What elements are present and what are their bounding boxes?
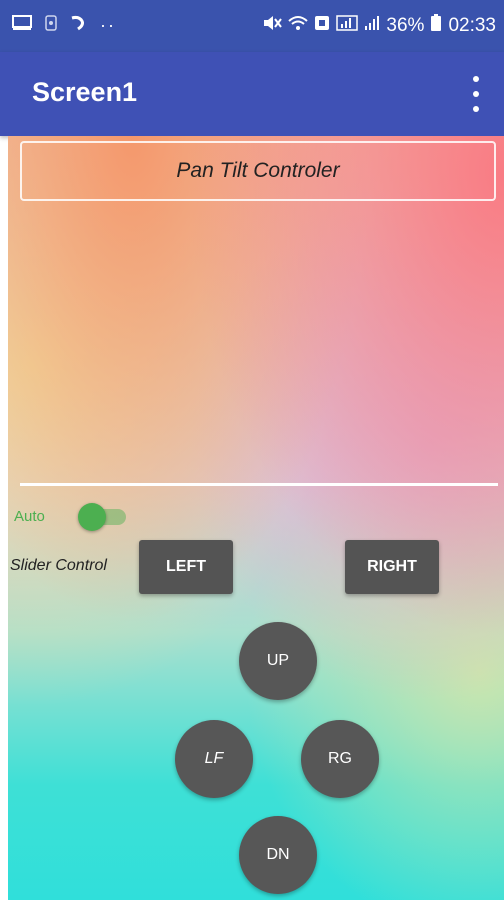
title-label: Pan Tilt Controler: [20, 141, 496, 201]
mi-fit-icon: [70, 15, 88, 36]
wifi-icon: [288, 15, 309, 37]
clock: 02:33: [448, 15, 496, 36]
overflow-menu-icon[interactable]: [466, 76, 486, 112]
signal-volte-icon: [336, 15, 359, 37]
screen-title: Screen1: [32, 77, 138, 107]
more-notifications-icon: ··: [100, 15, 116, 35]
lf-button[interactable]: LF: [175, 720, 253, 798]
auto-label: Auto: [14, 508, 45, 525]
auto-switch[interactable]: [78, 500, 128, 531]
slider-track[interactable]: [20, 483, 498, 486]
screen-content: Pan Tilt Controler Auto Slider Control L…: [8, 136, 504, 900]
cell-signal-icon: [364, 15, 380, 37]
switch-thumb: [78, 503, 106, 531]
app-notification-icon: [44, 15, 58, 36]
up-button[interactable]: UP: [239, 622, 317, 700]
rg-button[interactable]: RG: [301, 720, 379, 798]
right-button[interactable]: RIGHT: [345, 540, 439, 594]
data-saver-icon: [314, 15, 330, 37]
status-bar: ·· 36% 02:33: [0, 0, 504, 52]
dn-button[interactable]: DN: [239, 816, 317, 894]
battery-icon: [430, 14, 442, 38]
screen-mirror-icon: [12, 15, 32, 36]
app-bar: Screen1: [0, 52, 504, 136]
left-button[interactable]: LEFT: [139, 540, 233, 594]
slider-control-label: Slider Control: [10, 557, 107, 574]
system-icons: 36% 02:33: [262, 14, 496, 38]
notification-icons: ··: [12, 15, 116, 36]
mute-icon: [262, 15, 283, 37]
battery-percent: 36%: [386, 15, 425, 36]
